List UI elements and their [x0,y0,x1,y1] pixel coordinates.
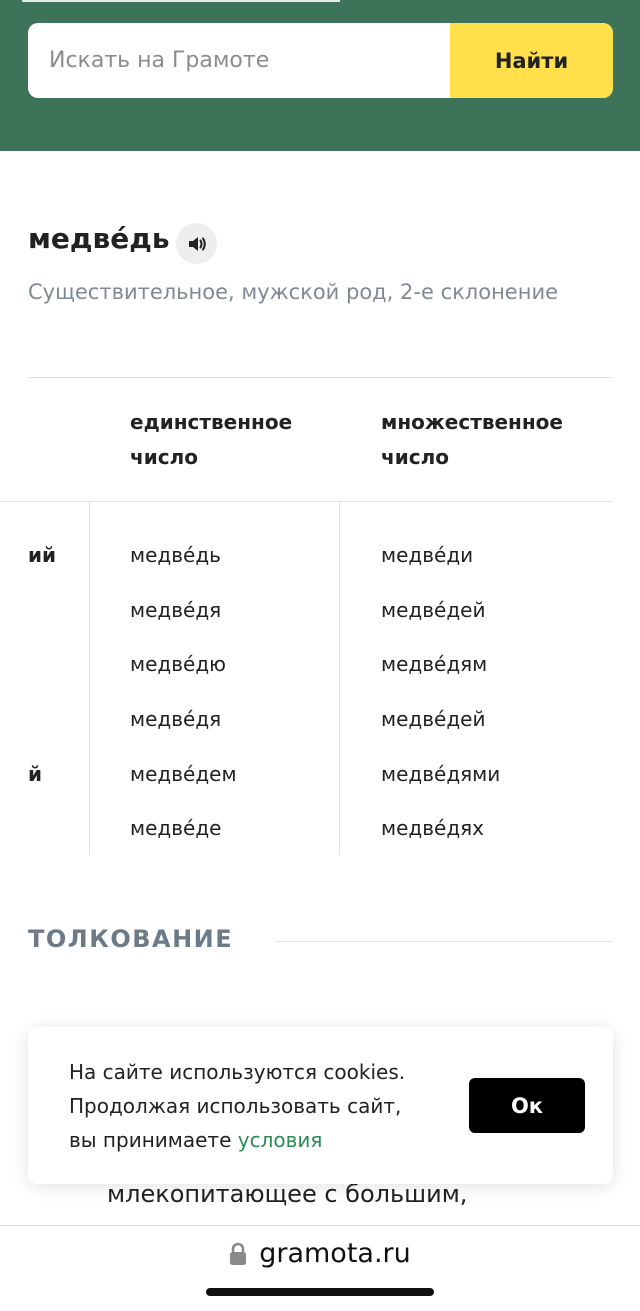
table-cell-singular: медве́дю [130,652,226,676]
header-top-line [22,0,340,2]
section-title-rule [275,941,613,942]
url-text: gramota.ru [259,1238,411,1269]
table-cell-singular: медве́де [130,816,222,840]
cookie-terms-link[interactable]: условия [238,1128,323,1152]
lock-icon [230,1242,247,1265]
table-cell-singular: медве́дя [130,707,222,731]
audio-button[interactable] [176,223,217,264]
cookie-banner: На сайте используются cookies. Продолжая… [28,1027,613,1184]
table-cell-singular: медве́дя [130,598,222,622]
table-top-divider [28,377,613,378]
speaker-icon [188,236,206,251]
word-title: медве́дь [28,222,170,255]
search-button[interactable]: Найти [450,23,613,98]
table-cell-plural: медве́дями [381,762,501,786]
table-cell-singular: медве́дем [130,762,237,786]
table-column-divider [89,502,90,855]
table-header-divider [0,501,613,502]
definition-text: млекопитающее с большим, [107,1180,468,1208]
column-header-plural: множественное число [381,410,563,469]
table-cell-singular: медве́дь [130,543,221,567]
section-title-interpretation: ТОЛКОВАНИЕ [28,925,234,953]
home-indicator[interactable] [206,1288,434,1296]
table-cell-plural: медве́дях [381,816,485,840]
grammar-info: Существительное, мужской род, 2-е склоне… [28,280,559,304]
table-column-divider [339,502,340,855]
case-label-fragment: й [28,762,43,786]
table-cell-plural: медве́ди [381,543,474,567]
table-cell-plural: медве́дей [381,598,486,622]
cookie-text-line: На сайте используются cookies. [69,1060,406,1084]
url-display: gramota.ru [0,1238,640,1269]
case-label-fragment: ий [28,543,57,567]
search-input[interactable] [28,23,450,98]
cookie-text-line: Продолжая использовать сайт, [69,1094,402,1118]
table-cell-plural: медве́дям [381,652,488,676]
search-box: Найти [28,23,613,98]
cookie-text-line: вы принимаете [69,1128,238,1152]
site-header: Найти [0,0,640,151]
cookie-ok-button[interactable]: Ок [469,1078,585,1133]
column-header-singular: единственное число [130,410,293,469]
browser-url-bar[interactable]: gramota.ru [0,1225,640,1311]
table-cell-plural: медве́дей [381,707,486,731]
cookie-message: На сайте используются cookies. Продолжая… [69,1055,459,1157]
